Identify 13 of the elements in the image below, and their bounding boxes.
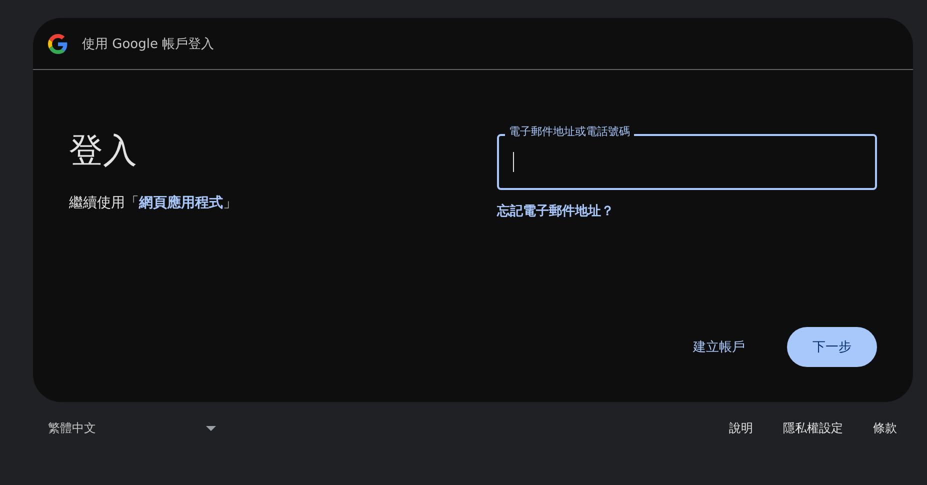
forgot-email-link[interactable]: 忘記電子郵件地址？ [497,202,614,220]
google-logo-icon [48,34,68,54]
field-label: 電子郵件地址或電話號碼 [505,125,634,139]
caret-icon [206,426,216,431]
next-button[interactable]: 下一步 [787,327,877,367]
page-heading: 登入 [69,130,138,172]
subtitle: 繼續使用「網頁應用程式」 [69,194,237,212]
header-title: 使用 Google 帳戶登入 [82,36,214,52]
create-account-button[interactable]: 建立帳戶 [681,328,757,366]
footer-link[interactable]: 說明 [729,420,753,437]
footer-link[interactable]: 條款 [873,420,897,437]
footer-link[interactable]: 隱私權設定 [783,420,843,437]
language-select[interactable]: 繁體中文 [48,420,216,437]
